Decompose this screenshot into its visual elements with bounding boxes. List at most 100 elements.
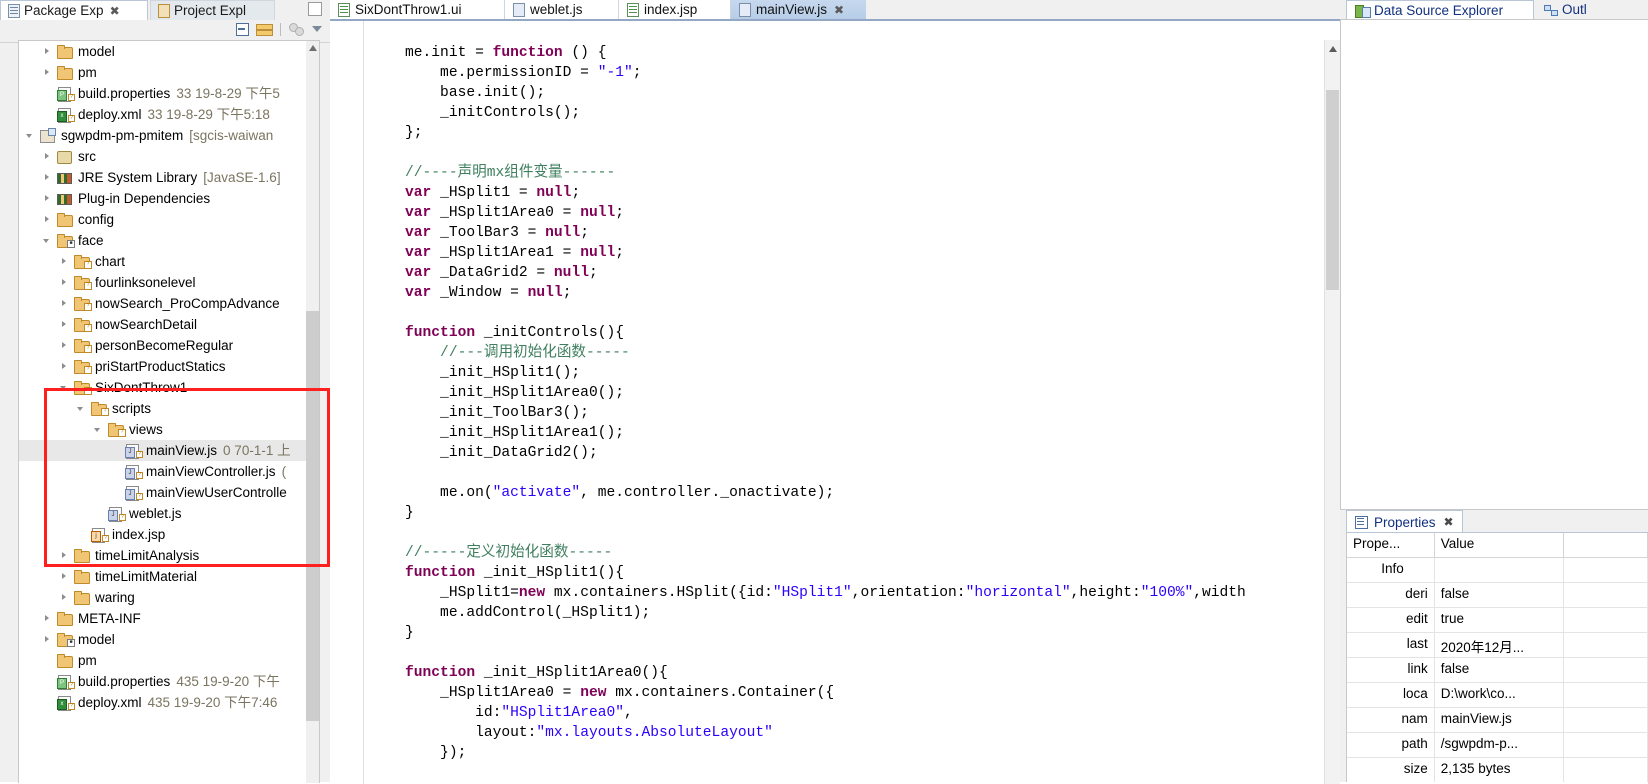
tree-item-pm[interactable]: pm bbox=[19, 62, 319, 83]
tree-item-timelimitanalysis[interactable]: timeLimitAnalysis bbox=[19, 545, 319, 566]
properties-row[interactable]: deri false bbox=[1347, 583, 1648, 608]
tab-package-explorer[interactable]: Package Exp ✖ bbox=[0, 0, 148, 20]
tab-properties[interactable]: Properties ✖ bbox=[1346, 510, 1463, 533]
editor-scrollbar[interactable] bbox=[1324, 40, 1340, 784]
chevron-right-icon[interactable] bbox=[42, 634, 53, 645]
tree-item-build-properties[interactable]: P? build.properties 435 19-9-20 下午 bbox=[19, 671, 319, 692]
scroll-up-icon[interactable] bbox=[309, 45, 317, 51]
tree-item-nowsearch-procompadvance[interactable]: ? nowSearch_ProCompAdvance bbox=[19, 293, 319, 314]
editor-tab-mainview-js[interactable]: mainView.js ✖ bbox=[731, 0, 866, 19]
tree-item-face[interactable]: ■ face bbox=[19, 230, 319, 251]
chevron-right-icon[interactable] bbox=[59, 550, 70, 561]
close-icon[interactable]: ✖ bbox=[834, 3, 844, 17]
property-value: /sgwpdm-p... bbox=[1435, 733, 1565, 757]
chevron-right-icon[interactable] bbox=[42, 67, 53, 78]
chevron-right-icon[interactable] bbox=[59, 571, 70, 582]
properties-row[interactable]: path/sgwpdm-p... bbox=[1347, 733, 1648, 758]
chevron-right-icon[interactable] bbox=[59, 319, 70, 330]
tree-item-personbecomeregular[interactable]: ? personBecomeRegular bbox=[19, 335, 319, 356]
chevron-right-icon[interactable] bbox=[42, 46, 53, 57]
property-extra bbox=[1564, 683, 1648, 707]
properties-row[interactable]: link false bbox=[1347, 658, 1648, 683]
close-icon[interactable]: ✖ bbox=[110, 4, 120, 18]
explorer-scrollbar[interactable] bbox=[306, 41, 319, 783]
chevron-down-icon[interactable] bbox=[76, 403, 87, 414]
tree-item-mainview-js[interactable]: J? mainView.js 0 70-1-1 上 bbox=[19, 440, 319, 461]
tree-item-src[interactable]: src bbox=[19, 146, 319, 167]
tree-item-deploy-xml[interactable]: x? deploy.xml 33 19-8-29 下午5:18 bbox=[19, 104, 319, 125]
tree-item-chart[interactable]: ? chart bbox=[19, 251, 319, 272]
tree-item-mainviewcontroller-js[interactable]: J? mainViewController.js ( bbox=[19, 461, 319, 482]
properties-row[interactable]: edit true bbox=[1347, 608, 1648, 633]
close-icon[interactable]: ✖ bbox=[1444, 515, 1454, 529]
tree-item-build-properties[interactable]: P? build.properties 33 19-8-29 下午5 bbox=[19, 83, 319, 104]
chevron-right-icon[interactable] bbox=[42, 172, 53, 183]
chevron-right-icon[interactable] bbox=[59, 256, 70, 267]
tree-item-weblet-js[interactable]: J? weblet.js bbox=[19, 503, 319, 524]
property-name: path bbox=[1347, 733, 1435, 757]
maximize-icon[interactable] bbox=[308, 2, 322, 16]
properties-row[interactable]: size 2,135 bytes bbox=[1347, 758, 1648, 782]
tree-item-fourlinksonelevel[interactable]: ? fourlinksonelevel bbox=[19, 272, 319, 293]
tree-item-waring[interactable]: waring bbox=[19, 587, 319, 608]
source-code[interactable]: me.init = function () { me.permissionID … bbox=[370, 43, 1246, 763]
tree-item-plug-in-dependencies[interactable]: Plug-in Dependencies bbox=[19, 188, 319, 209]
chevron-down-icon[interactable] bbox=[25, 130, 36, 141]
tree-item-label: config bbox=[78, 212, 115, 227]
editor-tab-sixdontthrow1-ui[interactable]: SixDontThrow1.ui bbox=[330, 0, 505, 19]
properties-row[interactable]: last 2020年12月... bbox=[1347, 633, 1648, 658]
chevron-right-icon[interactable] bbox=[59, 592, 70, 603]
tree-item-index-jsp[interactable]: j? index.jsp bbox=[19, 524, 319, 545]
chevron-right-icon[interactable] bbox=[42, 613, 53, 624]
properties-row[interactable]: Info bbox=[1347, 558, 1648, 583]
chevron-down-icon[interactable] bbox=[93, 424, 104, 435]
chevron-down-icon[interactable] bbox=[42, 235, 53, 246]
editor-tab-index-jsp[interactable]: index.jsp bbox=[619, 0, 731, 19]
tree-item-nowsearchdetail[interactable]: ? nowSearchDetail bbox=[19, 314, 319, 335]
scrollbar-thumb[interactable] bbox=[1326, 90, 1339, 290]
code-token: }); bbox=[370, 744, 467, 761]
tree-item-meta-inf[interactable]: META-INF bbox=[19, 608, 319, 629]
chevron-right-icon[interactable] bbox=[42, 151, 53, 162]
link-with-editor-icon[interactable] bbox=[256, 22, 273, 36]
tree-item-model[interactable]: ■ model bbox=[19, 629, 319, 650]
code-editor[interactable]: me.init = function () { me.permissionID … bbox=[330, 19, 1340, 784]
tree-item-sixdontthrow1[interactable]: ? SixDontThrow1 bbox=[19, 377, 319, 398]
chevron-right-icon[interactable] bbox=[59, 340, 70, 351]
tree-item-views[interactable]: ? views bbox=[19, 419, 319, 440]
tab-data-source-explorer[interactable]: Data Source Explorer bbox=[1346, 0, 1534, 19]
toolbar-divider bbox=[280, 22, 281, 36]
view-menu-icon[interactable] bbox=[288, 22, 305, 36]
tree-item-sgwpdm-pm-pmitem[interactable]: sgwpdm-pm-pmitem [sgcis-waiwan bbox=[19, 125, 319, 146]
chevron-right-icon[interactable] bbox=[59, 277, 70, 288]
scroll-up-icon[interactable] bbox=[1329, 46, 1337, 52]
tree-item-jre-system-library[interactable]: JRE System Library [JavaSE-1.6] bbox=[19, 167, 319, 188]
editor-tab-weblet-js[interactable]: weblet.js bbox=[505, 0, 619, 19]
tree-item-mainviewusercontrolle[interactable]: J? mainViewUserControlle bbox=[19, 482, 319, 503]
tree-item-timelimitmaterial[interactable]: timeLimitMaterial bbox=[19, 566, 319, 587]
properties-row[interactable]: nam mainView.js bbox=[1347, 708, 1648, 733]
tree-item-label: deploy.xml bbox=[78, 107, 142, 122]
collapse-all-icon[interactable] bbox=[234, 22, 249, 36]
tab-outline[interactable]: Outl bbox=[1536, 0, 1606, 19]
tab-project-explorer[interactable]: Project Expl bbox=[150, 0, 275, 20]
tree-item-scripts[interactable]: ? scripts bbox=[19, 398, 319, 419]
chevron-right-icon[interactable] bbox=[59, 361, 70, 372]
scrollbar-thumb[interactable] bbox=[306, 311, 319, 721]
chevron-right-icon[interactable] bbox=[42, 193, 53, 204]
tree-item-pristartproductstatics[interactable]: ? priStartProductStatics bbox=[19, 356, 319, 377]
tree-item-model[interactable]: model bbox=[19, 41, 319, 62]
properties-table[interactable]: Prope... Value Info deri false edit true last… bbox=[1346, 532, 1648, 782]
code-token: id: bbox=[370, 704, 502, 721]
chevron-down-icon[interactable] bbox=[59, 382, 70, 393]
properties-row[interactable]: loca D:\work\co... bbox=[1347, 683, 1648, 708]
project-tree[interactable]: model pm P? build.properties 33 19-8-29 下午5 x… bbox=[18, 40, 320, 783]
data-source-explorer-body[interactable] bbox=[1340, 19, 1648, 510]
tree-item-pm[interactable]: pm bbox=[19, 650, 319, 671]
chevron-down-icon[interactable] bbox=[312, 26, 322, 32]
tree-item-config[interactable]: config bbox=[19, 209, 319, 230]
tree-item-deploy-xml[interactable]: x? deploy.xml 435 19-9-20 下午7:46 bbox=[19, 692, 319, 713]
chevron-right-icon[interactable] bbox=[42, 214, 53, 225]
property-value: D:\work\co... bbox=[1435, 683, 1565, 707]
chevron-right-icon[interactable] bbox=[59, 298, 70, 309]
